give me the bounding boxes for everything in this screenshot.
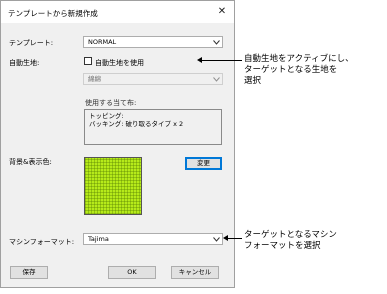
usage-line: トッピング:	[89, 112, 124, 120]
arrow-left-icon	[197, 57, 202, 63]
template-select[interactable]: NORMAL	[83, 36, 223, 48]
usage-label: 使用する当て布:	[85, 99, 137, 107]
machine-format-label: マシンフォーマット:	[9, 238, 75, 246]
fabric-select[interactable]: 綿綿	[83, 73, 223, 85]
callout-line-text: ターゲットとなる生地を	[244, 65, 338, 75]
usage-textbox: トッピング: バッキング: 破り取るタイプ x 2	[84, 109, 222, 145]
auto-fabric-label: 自動生地:	[9, 59, 40, 67]
change-color-button[interactable]: 変更	[185, 157, 222, 170]
arrow-left-icon	[223, 235, 228, 241]
close-button[interactable]: ✕	[214, 4, 230, 20]
callout-line-text: 選択	[244, 76, 262, 86]
ok-button[interactable]: OK	[108, 266, 156, 279]
new-from-template-dialog: テンプレートから新規作成 ✕ テンプレート: NORMAL 自動生地: 自動生地…	[0, 0, 235, 288]
title-bar: テンプレートから新規作成 ✕	[1, 1, 234, 23]
cancel-button[interactable]: キャンセル	[171, 266, 219, 279]
dialog-title: テンプレートから新規作成	[8, 9, 98, 18]
machine-format-select[interactable]: Tajima	[83, 233, 223, 245]
background-label: 背景&表示色:	[9, 158, 52, 166]
machine-format-callout: ターゲットとなるマシン フォーマットを選択	[244, 230, 337, 252]
auto-fabric-checkbox-label[interactable]: 自動生地を使用	[95, 58, 144, 68]
chevron-down-icon	[213, 77, 220, 82]
chevron-down-icon	[213, 237, 220, 242]
callout-line-text: フォーマットを選択	[244, 241, 321, 251]
usage-line: バッキング: 破り取るタイプ x 2	[89, 120, 184, 128]
callout-line	[226, 238, 242, 239]
callout-line	[200, 60, 242, 61]
fabric-select-value: 綿綿	[88, 75, 101, 83]
template-select-value: NORMAL	[88, 38, 117, 46]
chevron-down-icon	[213, 40, 220, 45]
auto-fabric-checkbox[interactable]	[84, 57, 92, 65]
auto-fabric-callout: 自動生地をアクティブにし、 ターゲットとなる生地を 選択	[244, 54, 354, 87]
callout-line-text: ターゲットとなるマシン	[244, 230, 337, 240]
background-color-swatch	[84, 157, 142, 215]
callout-line-text: 自動生地をアクティブにし、	[244, 54, 354, 64]
save-button[interactable]: 保存	[10, 266, 48, 279]
template-label: テンプレート:	[9, 39, 54, 47]
machine-format-value: Tajima	[88, 235, 109, 243]
